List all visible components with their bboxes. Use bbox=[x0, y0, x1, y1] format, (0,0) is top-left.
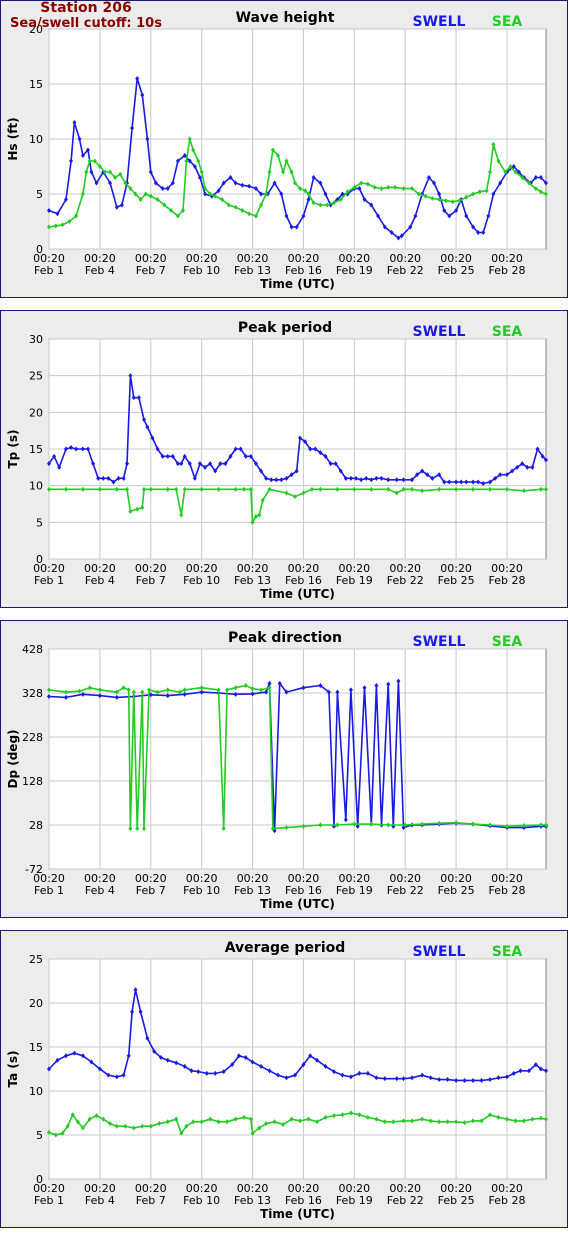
x-tick-date: Feb 1 bbox=[34, 264, 64, 277]
x-tick-date: Feb 1 bbox=[34, 574, 64, 587]
x-tick-date: Feb 16 bbox=[285, 884, 322, 897]
x-tick-date: Feb 13 bbox=[234, 264, 271, 277]
chart-title: Peak period bbox=[238, 320, 332, 336]
x-axis-label: Time (UTC) bbox=[260, 897, 335, 911]
y-tick-label: 5 bbox=[36, 188, 43, 201]
average-period-panel: 0 5 10 15 20 25 00:20 Feb 1 00:20 Feb 4 00:20 Feb 7… bbox=[0, 930, 568, 1228]
station-label: Station 206 bbox=[40, 0, 132, 16]
legend-sea: SEA bbox=[492, 14, 523, 30]
x-tick-date: Feb 16 bbox=[285, 264, 322, 277]
y-tick-label: 5 bbox=[36, 1129, 43, 1142]
x-tick-date: Feb 25 bbox=[438, 1194, 475, 1207]
x-tick-date: Feb 10 bbox=[183, 1194, 220, 1207]
legend-swell: SWELL bbox=[413, 324, 466, 340]
y-tick-label: 10 bbox=[29, 480, 43, 493]
y-axis-label: Ta (s) bbox=[6, 1050, 20, 1087]
chart-title: Wave height bbox=[236, 10, 335, 26]
y-tick-label: 228 bbox=[22, 731, 43, 744]
y-tick-label: 15 bbox=[29, 443, 43, 456]
x-tick-date: Feb 22 bbox=[387, 574, 424, 587]
x-tick-date: Feb 4 bbox=[85, 264, 115, 277]
x-tick-date: Feb 22 bbox=[387, 264, 424, 277]
legend-swell: SWELL bbox=[413, 944, 466, 960]
x-tick-date: Feb 22 bbox=[387, 1194, 424, 1207]
wave-height-panel: Station 206 Sea/swell cutoff: 10s 0 5 10 15… bbox=[0, 0, 568, 298]
y-axis-label: Dp (deg) bbox=[6, 729, 20, 788]
x-tick-date: Feb 10 bbox=[183, 884, 220, 897]
peak-direction-chart: -722812822832842800:20Feb 100:20Feb 400:… bbox=[6, 630, 548, 911]
legend-sea: SEA bbox=[492, 944, 523, 960]
peak-period-panel: 0 5 10 15 20 25 30 00:20 Feb 1 00:20 Feb 4 00:20 Feb… bbox=[0, 310, 568, 608]
legend-sea: SEA bbox=[492, 634, 523, 650]
wave-height-chart: 0510152000:20Feb 100:20Feb 400:20Feb 700… bbox=[6, 10, 548, 291]
x-tick-date: Feb 28 bbox=[488, 884, 525, 897]
chart-title: Peak direction bbox=[228, 630, 342, 646]
x-tick-date: Feb 4 bbox=[85, 1194, 115, 1207]
y-axis-label: Tp (s) bbox=[6, 429, 20, 468]
x-tick-date: Feb 10 bbox=[183, 264, 220, 277]
x-tick-date: Feb 25 bbox=[438, 884, 475, 897]
x-axis-label: Time (UTC) bbox=[260, 1207, 335, 1221]
x-tick-date: Feb 13 bbox=[234, 574, 271, 587]
y-tick-label: 10 bbox=[29, 1085, 43, 1098]
plot-area bbox=[48, 958, 547, 1180]
x-tick-date: Feb 25 bbox=[438, 574, 475, 587]
x-tick-date: Feb 25 bbox=[438, 264, 475, 277]
x-tick-date: Feb 13 bbox=[234, 1194, 271, 1207]
y-tick-label: 15 bbox=[29, 78, 43, 91]
x-tick-date: Feb 7 bbox=[136, 1194, 166, 1207]
y-tick-label: 15 bbox=[29, 1041, 43, 1054]
x-tick-date: Feb 4 bbox=[85, 574, 115, 587]
legend-swell: SWELL bbox=[413, 634, 466, 650]
y-tick-label: 428 bbox=[22, 643, 43, 656]
x-tick-date: Feb 16 bbox=[285, 574, 322, 587]
station-header: Station 206 Sea/swell cutoff: 10s bbox=[1, 0, 171, 32]
legend-swell: SWELL bbox=[413, 14, 466, 30]
x-tick-date: Feb 19 bbox=[336, 574, 373, 587]
plot-area bbox=[48, 648, 547, 870]
legend-sea: SEA bbox=[492, 324, 523, 340]
x-tick-date: Feb 16 bbox=[285, 1194, 322, 1207]
average-period-chart: 051015202500:20Feb 100:20Feb 400:20Feb 7… bbox=[6, 940, 548, 1221]
y-tick-label: 28 bbox=[29, 819, 43, 832]
y-tick-label: 5 bbox=[36, 516, 43, 529]
peak-direction-panel: -72 28 128 228 328 428 00:20 Feb 1 00:20 Feb 4 00:… bbox=[0, 620, 568, 918]
x-axis-label: Time (UTC) bbox=[260, 277, 335, 291]
x-tick-date: Feb 7 bbox=[136, 574, 166, 587]
y-tick-label: 328 bbox=[22, 687, 43, 700]
x-tick-date: Feb 19 bbox=[336, 264, 373, 277]
chart-title: Average period bbox=[225, 940, 346, 956]
x-tick-date: Feb 4 bbox=[85, 884, 115, 897]
y-tick-label: 10 bbox=[29, 133, 43, 146]
y-tick-label: 25 bbox=[29, 953, 43, 966]
y-tick-label: 20 bbox=[29, 406, 43, 419]
y-tick-label: 30 bbox=[29, 333, 43, 346]
x-tick-date: Feb 1 bbox=[34, 884, 64, 897]
y-tick-label: 25 bbox=[29, 370, 43, 383]
y-tick-label: 128 bbox=[22, 775, 43, 788]
x-tick-date: Feb 7 bbox=[136, 884, 166, 897]
cutoff-label: Sea/swell cutoff: 10s bbox=[10, 16, 162, 31]
x-tick-date: Feb 19 bbox=[336, 884, 373, 897]
x-tick-date: Feb 19 bbox=[336, 1194, 373, 1207]
x-tick-date: Feb 22 bbox=[387, 884, 424, 897]
x-tick-date: Feb 7 bbox=[136, 264, 166, 277]
y-tick-label: 20 bbox=[29, 997, 43, 1010]
x-tick-date: Feb 28 bbox=[488, 264, 525, 277]
x-tick-date: Feb 28 bbox=[488, 1194, 525, 1207]
peak-period-chart: 05101520253000:20Feb 100:20Feb 400:20Feb… bbox=[6, 320, 548, 601]
x-axis-label: Time (UTC) bbox=[260, 587, 335, 601]
x-tick-date: Feb 28 bbox=[488, 574, 525, 587]
x-tick-date: Feb 13 bbox=[234, 884, 271, 897]
y-axis-label: Hs (ft) bbox=[6, 117, 20, 160]
x-tick-date: Feb 10 bbox=[183, 574, 220, 587]
x-tick-date: Feb 1 bbox=[34, 1194, 64, 1207]
